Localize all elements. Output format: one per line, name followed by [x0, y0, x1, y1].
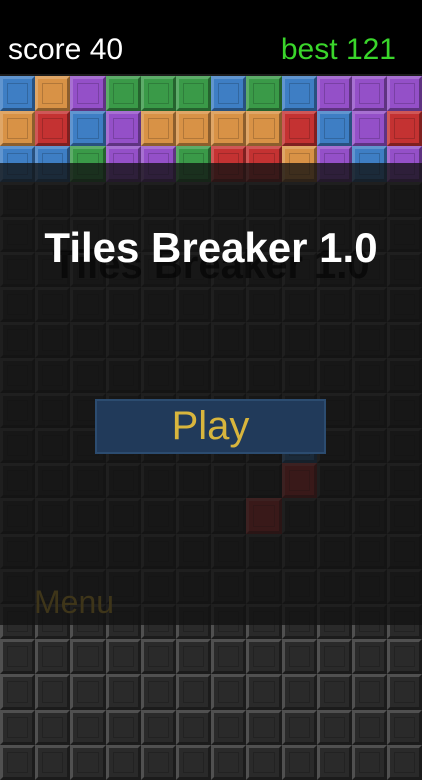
tile — [140, 744, 176, 780]
tile — [70, 639, 106, 675]
best-score-display: best 121 — [281, 35, 396, 65]
best-value: 121 — [345, 33, 396, 66]
tile — [281, 639, 317, 675]
tile — [176, 111, 212, 147]
tile — [140, 111, 176, 147]
tile — [105, 744, 141, 780]
tile — [281, 709, 317, 745]
tile — [211, 709, 247, 745]
tile — [0, 639, 36, 675]
tile — [176, 639, 212, 675]
tile — [352, 639, 388, 675]
tile — [105, 639, 141, 675]
tile — [35, 744, 71, 780]
tile — [176, 709, 212, 745]
tile — [35, 76, 71, 112]
tile — [105, 111, 141, 147]
tile — [352, 111, 388, 147]
tile — [316, 674, 352, 710]
score-display: score 40 — [8, 35, 123, 65]
tile — [316, 709, 352, 745]
tile — [281, 76, 317, 112]
hud-bar: score 40 best 121 — [0, 0, 422, 74]
tile — [70, 709, 106, 745]
tile — [35, 709, 71, 745]
tile — [246, 709, 282, 745]
tile — [387, 674, 422, 710]
tile — [0, 674, 36, 710]
tile — [281, 744, 317, 780]
tile — [352, 744, 388, 780]
tile — [105, 76, 141, 112]
tile — [70, 744, 106, 780]
tile — [140, 674, 176, 710]
tile — [140, 709, 176, 745]
tile — [387, 111, 422, 147]
tile — [176, 744, 212, 780]
tile — [246, 76, 282, 112]
tile — [176, 674, 212, 710]
tile — [70, 674, 106, 710]
tile — [140, 639, 176, 675]
tile — [352, 674, 388, 710]
tile — [211, 639, 247, 675]
tile — [352, 76, 388, 112]
tile — [316, 111, 352, 147]
tile — [70, 76, 106, 112]
tile — [387, 744, 422, 780]
tile — [211, 744, 247, 780]
tile — [211, 674, 247, 710]
tile — [0, 76, 36, 112]
tile — [246, 674, 282, 710]
tile — [281, 674, 317, 710]
tile — [211, 111, 247, 147]
score-label: score — [8, 33, 82, 66]
tile — [246, 639, 282, 675]
tile — [0, 111, 36, 147]
tile — [211, 76, 247, 112]
best-label: best — [280, 33, 338, 66]
tile — [0, 744, 36, 780]
tile — [35, 639, 71, 675]
menu-button[interactable]: Menu — [34, 584, 114, 621]
tile — [387, 709, 422, 745]
game-title: Tiles Breaker 1.0 — [44, 224, 378, 271]
tile — [105, 674, 141, 710]
tile — [281, 111, 317, 147]
tile — [387, 76, 422, 112]
tile — [35, 674, 71, 710]
tile — [140, 76, 176, 112]
tile — [70, 111, 106, 147]
tile — [246, 111, 282, 147]
tile — [352, 709, 388, 745]
tile — [316, 76, 352, 112]
play-button[interactable]: Play — [95, 399, 326, 454]
tile — [316, 744, 352, 780]
tile — [316, 639, 352, 675]
tile — [246, 744, 282, 780]
tile — [387, 639, 422, 675]
tile — [176, 76, 212, 112]
tile — [105, 709, 141, 745]
score-value: 40 — [89, 33, 124, 66]
tile — [0, 709, 36, 745]
tile — [35, 111, 71, 147]
